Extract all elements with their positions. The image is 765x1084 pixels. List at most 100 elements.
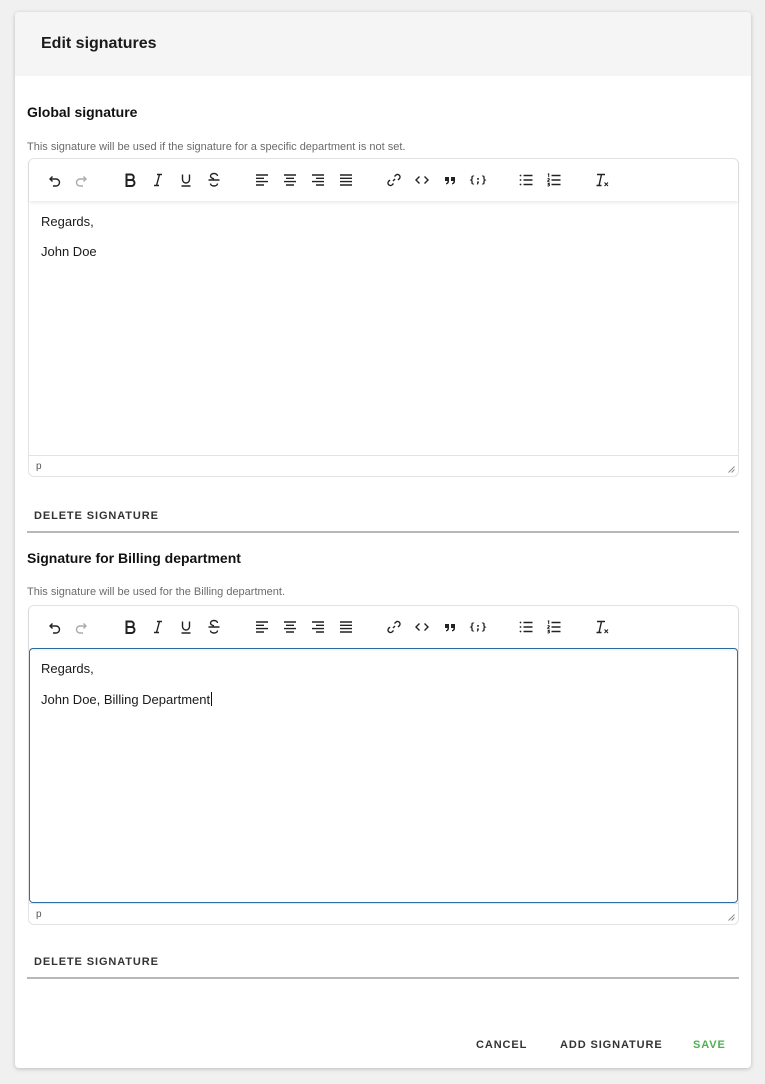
clear-formatting-icon bbox=[596, 620, 609, 634]
bold-icon bbox=[125, 620, 136, 634]
align-left-icon bbox=[256, 621, 268, 633]
bullet-list-icon bbox=[519, 621, 533, 633]
align-left-icon bbox=[256, 174, 268, 186]
text-caret bbox=[211, 692, 213, 706]
align-center-button[interactable] bbox=[277, 614, 303, 640]
numbered-list-icon bbox=[547, 619, 561, 634]
billing-signature-section: Signature for Billing department This si… bbox=[27, 550, 739, 979]
code-icon bbox=[415, 176, 429, 184]
editor-statusbar: p bbox=[29, 903, 738, 924]
section-description: This signature will be used for the Bill… bbox=[27, 586, 286, 598]
link-button[interactable] bbox=[381, 167, 407, 193]
underline-button[interactable] bbox=[173, 614, 199, 640]
code-block-button[interactable]: {;} bbox=[465, 614, 491, 640]
save-button[interactable]: SAVE bbox=[693, 1039, 726, 1051]
signature-line-text: John Doe, Billing Department bbox=[41, 692, 211, 707]
underline-icon bbox=[181, 174, 191, 187]
align-center-icon bbox=[284, 621, 296, 633]
align-center-button[interactable] bbox=[277, 167, 303, 193]
numbered-list-button[interactable] bbox=[541, 614, 567, 640]
blockquote-icon bbox=[445, 624, 455, 632]
align-right-icon bbox=[312, 621, 324, 633]
align-left-button[interactable] bbox=[249, 614, 275, 640]
code-button[interactable] bbox=[409, 167, 435, 193]
global-signature-section: Global signature This signature will be … bbox=[27, 104, 739, 533]
code-block-icon: {;} bbox=[468, 621, 488, 633]
numbered-list-icon bbox=[547, 172, 561, 187]
bold-icon bbox=[125, 173, 136, 187]
italic-icon bbox=[154, 173, 162, 187]
link-icon bbox=[387, 620, 401, 634]
signature-line: Regards, bbox=[41, 661, 94, 676]
signature-line-with-caret: John Doe, Billing Department bbox=[41, 692, 726, 706]
billing-signature-editor: {;} Regards, John Doe, Billing Departmen… bbox=[28, 605, 739, 925]
resize-handle-icon[interactable] bbox=[727, 465, 735, 473]
underline-icon bbox=[181, 621, 191, 634]
blockquote-button[interactable] bbox=[437, 614, 463, 640]
billing-signature-content[interactable]: Regards, John Doe, Billing Department bbox=[29, 648, 738, 903]
bullet-list-icon bbox=[519, 174, 533, 186]
code-button[interactable] bbox=[409, 614, 435, 640]
undo-button[interactable] bbox=[41, 614, 67, 640]
align-left-button[interactable] bbox=[249, 167, 275, 193]
signature-line: John Doe bbox=[41, 244, 97, 259]
italic-button[interactable] bbox=[145, 614, 171, 640]
code-block-button[interactable]: {;} bbox=[465, 167, 491, 193]
strikethrough-button[interactable] bbox=[201, 167, 227, 193]
code-icon bbox=[415, 623, 429, 631]
add-signature-button[interactable]: ADD SIGNATURE bbox=[560, 1039, 663, 1051]
align-right-icon bbox=[312, 174, 324, 186]
redo-icon bbox=[75, 623, 87, 634]
code-block-icon: {;} bbox=[468, 174, 488, 186]
global-signature-content[interactable]: Regards, John Doe bbox=[29, 201, 738, 455]
clear-formatting-button[interactable] bbox=[589, 167, 615, 193]
strikethrough-icon bbox=[208, 172, 220, 187]
section-divider bbox=[27, 531, 739, 533]
dialog-header: Edit signatures bbox=[15, 12, 751, 76]
undo-icon bbox=[49, 623, 61, 634]
align-right-button[interactable] bbox=[305, 167, 331, 193]
section-title: Global signature bbox=[27, 104, 138, 120]
edit-signatures-dialog: Edit signatures Global signature This si… bbox=[15, 12, 751, 1068]
section-title: Signature for Billing department bbox=[27, 550, 241, 566]
element-path: p bbox=[36, 908, 42, 920]
blockquote-button[interactable] bbox=[437, 167, 463, 193]
signature-line: Regards, bbox=[41, 214, 94, 229]
section-divider bbox=[27, 977, 739, 979]
dialog-title: Edit signatures bbox=[41, 35, 157, 52]
cancel-button[interactable]: CANCEL bbox=[476, 1039, 527, 1051]
element-path: p bbox=[36, 460, 42, 472]
bullet-list-button[interactable] bbox=[513, 614, 539, 640]
link-icon bbox=[387, 173, 401, 187]
redo-button[interactable] bbox=[69, 167, 95, 193]
delete-billing-signature-button[interactable]: DELETE SIGNATURE bbox=[34, 956, 159, 968]
align-right-button[interactable] bbox=[305, 614, 331, 640]
clear-formatting-button[interactable] bbox=[589, 614, 615, 640]
strikethrough-button[interactable] bbox=[201, 614, 227, 640]
align-justify-icon bbox=[340, 621, 352, 633]
numbered-list-button[interactable] bbox=[541, 167, 567, 193]
resize-handle-icon[interactable] bbox=[727, 913, 735, 921]
editor-statusbar: p bbox=[29, 455, 738, 476]
clear-formatting-icon bbox=[596, 173, 609, 187]
editor-toolbar: {;} bbox=[29, 159, 738, 201]
undo-icon bbox=[49, 176, 61, 187]
blockquote-icon bbox=[445, 177, 455, 185]
underline-button[interactable] bbox=[173, 167, 199, 193]
align-justify-icon bbox=[340, 174, 352, 186]
global-signature-editor: {;} Regards, John Doe p bbox=[28, 158, 739, 477]
bold-button[interactable] bbox=[117, 167, 143, 193]
redo-button[interactable] bbox=[69, 614, 95, 640]
bullet-list-button[interactable] bbox=[513, 167, 539, 193]
delete-global-signature-button[interactable]: DELETE SIGNATURE bbox=[34, 510, 159, 522]
section-description: This signature will be used if the signa… bbox=[27, 141, 406, 153]
link-button[interactable] bbox=[381, 614, 407, 640]
align-justify-button[interactable] bbox=[333, 614, 359, 640]
redo-icon bbox=[75, 176, 87, 187]
italic-button[interactable] bbox=[145, 167, 171, 193]
editor-toolbar: {;} bbox=[29, 606, 738, 648]
bold-button[interactable] bbox=[117, 614, 143, 640]
align-justify-button[interactable] bbox=[333, 167, 359, 193]
align-center-icon bbox=[284, 174, 296, 186]
undo-button[interactable] bbox=[41, 167, 67, 193]
